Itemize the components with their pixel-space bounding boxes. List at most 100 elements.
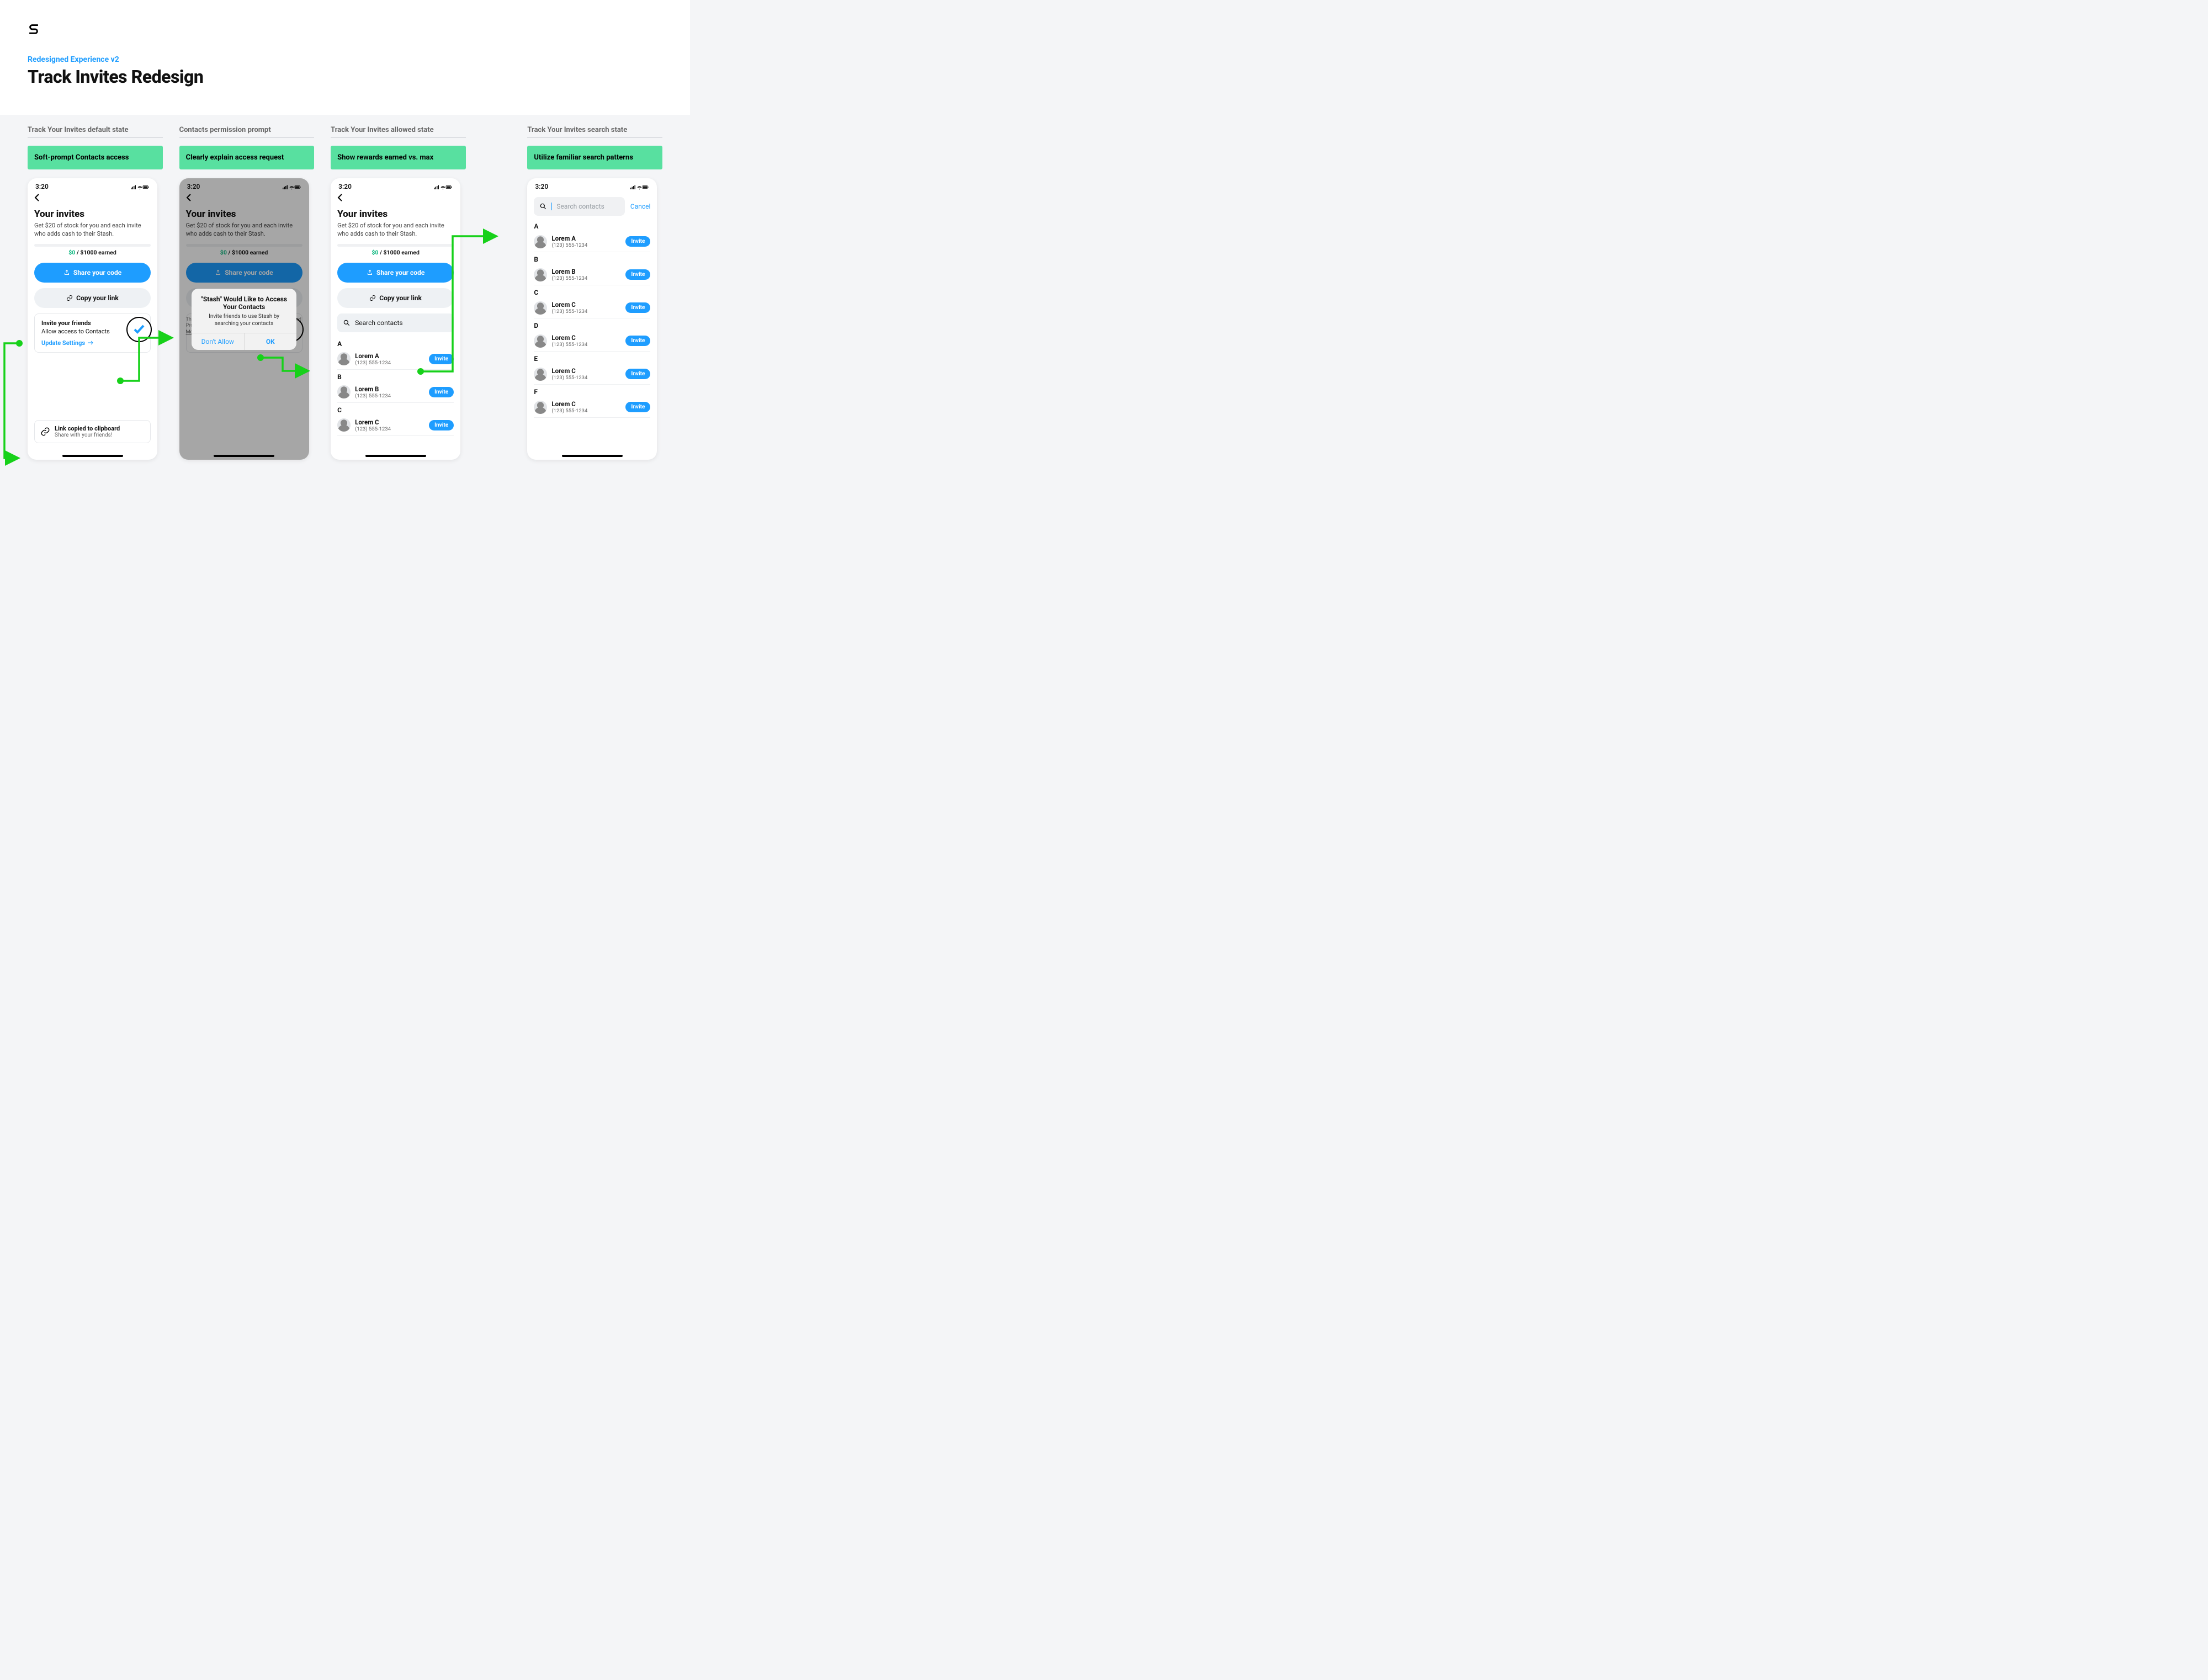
status-icons <box>434 183 453 190</box>
contact-name: Lorem A <box>551 235 625 242</box>
copy-link-label: Copy your link <box>76 294 119 302</box>
insight-banner: Utilize familiar search patterns <box>527 146 662 169</box>
search-contacts-field[interactable]: Search contacts <box>337 313 454 332</box>
page-title: Track Invites Redesign <box>28 66 662 87</box>
invite-button[interactable]: Invite <box>625 369 650 379</box>
share-code-button[interactable]: Share your code <box>337 263 454 283</box>
contact-phone: (123) 555-1234 <box>551 342 625 348</box>
screen-title: Your invites <box>337 209 454 220</box>
progress-bar <box>337 244 454 247</box>
share-code-button[interactable]: Share your code <box>34 263 151 283</box>
alert-message: Invite friends to use Stash by searching… <box>198 313 290 327</box>
contact-row: Lorem C(123) 555-1234Invite <box>534 364 650 385</box>
status-time: 3:20 <box>35 183 49 190</box>
contact-phone: (123) 555-1234 <box>355 426 429 432</box>
section-letter: D <box>534 318 650 331</box>
contact-name: Lorem C <box>551 334 625 342</box>
contact-name: Lorem C <box>551 400 625 408</box>
copy-link-button[interactable]: Copy your link <box>34 288 151 308</box>
progress-bar <box>34 244 151 247</box>
search-icon <box>343 319 351 327</box>
search-contacts-field[interactable]: Search contacts <box>534 197 624 216</box>
share-code-label: Share your code <box>376 269 424 277</box>
contact-phone: (123) 555-1234 <box>551 275 625 281</box>
alert-title: "Stash" Would Like to Access Your Contac… <box>198 295 290 311</box>
section-letter: A <box>534 219 650 231</box>
column-label: Track Your Invites search state <box>527 126 662 138</box>
avatar <box>534 368 547 381</box>
contact-row: Lorem B(123) 555-1234Invite <box>337 382 454 403</box>
copy-link-label: Copy your link <box>379 294 422 302</box>
modal-dimmer: "Stash" Would Like to Access Your Contac… <box>179 178 309 460</box>
invite-button[interactable]: Invite <box>625 269 650 280</box>
contact-row: Lorem C(123) 555-1234Invite <box>534 331 650 352</box>
insight-banner: Clearly explain access request <box>179 146 315 169</box>
text-caret <box>551 203 552 210</box>
back-button[interactable] <box>28 193 157 203</box>
contact-phone: (123) 555-1234 <box>551 309 625 315</box>
contact-phone: (123) 555-1234 <box>355 360 429 366</box>
avatar <box>534 301 547 315</box>
avatar <box>337 418 351 432</box>
screen-subtitle: Get $20 of stock for you and each invite… <box>337 222 454 238</box>
search-icon <box>539 203 547 210</box>
insight-banner: Show rewards earned vs. max <box>331 146 466 169</box>
contact-row: Lorem C(123) 555-1234Invite <box>534 397 650 418</box>
status-time: 3:20 <box>338 183 352 190</box>
contact-phone: (123) 555-1234 <box>551 408 625 414</box>
section-letter: B <box>534 252 650 264</box>
alert-ok-button[interactable]: OK <box>245 333 297 350</box>
contact-phone: (123) 555-1234 <box>551 375 625 381</box>
avatar <box>534 235 547 248</box>
phone-mockup-default: 3:20 Your invites Get $20 of stock for y… <box>28 178 157 460</box>
avatar <box>337 352 351 365</box>
share-code-label: Share your code <box>73 269 121 277</box>
status-time: 3:20 <box>535 183 548 190</box>
update-settings-link[interactable]: Update Settings <box>41 339 144 347</box>
contact-phone: (123) 555-1234 <box>355 393 429 399</box>
phone-mockup-allowed: 3:20 Your invites Get $20 of stock for y… <box>331 178 460 460</box>
copy-link-button[interactable]: Copy your link <box>337 288 454 308</box>
status-icons <box>131 183 150 190</box>
avatar <box>337 385 351 398</box>
avatar <box>534 401 547 414</box>
column-label: Contacts permission prompt <box>179 126 315 138</box>
invite-button[interactable]: Invite <box>625 302 650 313</box>
contact-row: Lorem B(123) 555-1234Invite <box>534 264 650 285</box>
section-letter: B <box>337 370 454 382</box>
toast-sub: Share with your friends! <box>55 432 120 438</box>
invite-button[interactable]: Invite <box>625 236 650 247</box>
contact-row: Lorem A(123) 555-1234Invite <box>337 349 454 370</box>
contact-row: Lorem C(123) 555-1234Invite <box>534 297 650 318</box>
contact-name: Lorem A <box>355 352 429 360</box>
phone-mockup-permission: 3:20 Your invites Get $20 of stock for y… <box>179 178 309 460</box>
section-letter: C <box>534 285 650 297</box>
earned-label: $0 / $1000 earned <box>337 249 454 256</box>
contact-name: Lorem C <box>551 367 625 375</box>
invite-button[interactable]: Invite <box>625 336 650 346</box>
contact-row: Lorem A(123) 555-1234Invite <box>534 231 650 252</box>
section-letter: E <box>534 352 650 364</box>
home-indicator <box>214 455 274 457</box>
invite-button[interactable]: Invite <box>625 402 650 412</box>
alert-deny-button[interactable]: Don't Allow <box>192 333 245 350</box>
invite-button[interactable]: Invite <box>429 387 454 397</box>
back-button[interactable] <box>331 193 460 203</box>
contact-name: Lorem C <box>551 301 625 309</box>
section-letter: C <box>337 403 454 415</box>
contact-name: Lorem C <box>355 418 429 426</box>
contact-phone: (123) 555-1234 <box>551 242 625 248</box>
phone-mockup-search: 3:20 Search contacts Cancel ALorem A(123… <box>527 178 657 460</box>
contact-name: Lorem B <box>551 268 625 275</box>
cancel-search-button[interactable]: Cancel <box>630 203 651 210</box>
home-indicator <box>365 455 426 457</box>
invite-button[interactable]: Invite <box>429 420 454 430</box>
invite-button[interactable]: Invite <box>429 354 454 364</box>
column-label: Track Your Invites default state <box>28 126 163 138</box>
logo <box>28 22 662 39</box>
earned-label: $0 / $1000 earned <box>34 249 151 256</box>
home-indicator <box>62 455 123 457</box>
section-letter: A <box>337 337 454 349</box>
clipboard-toast: Link copied to clipboard Share with your… <box>34 420 151 443</box>
avatar <box>534 268 547 281</box>
